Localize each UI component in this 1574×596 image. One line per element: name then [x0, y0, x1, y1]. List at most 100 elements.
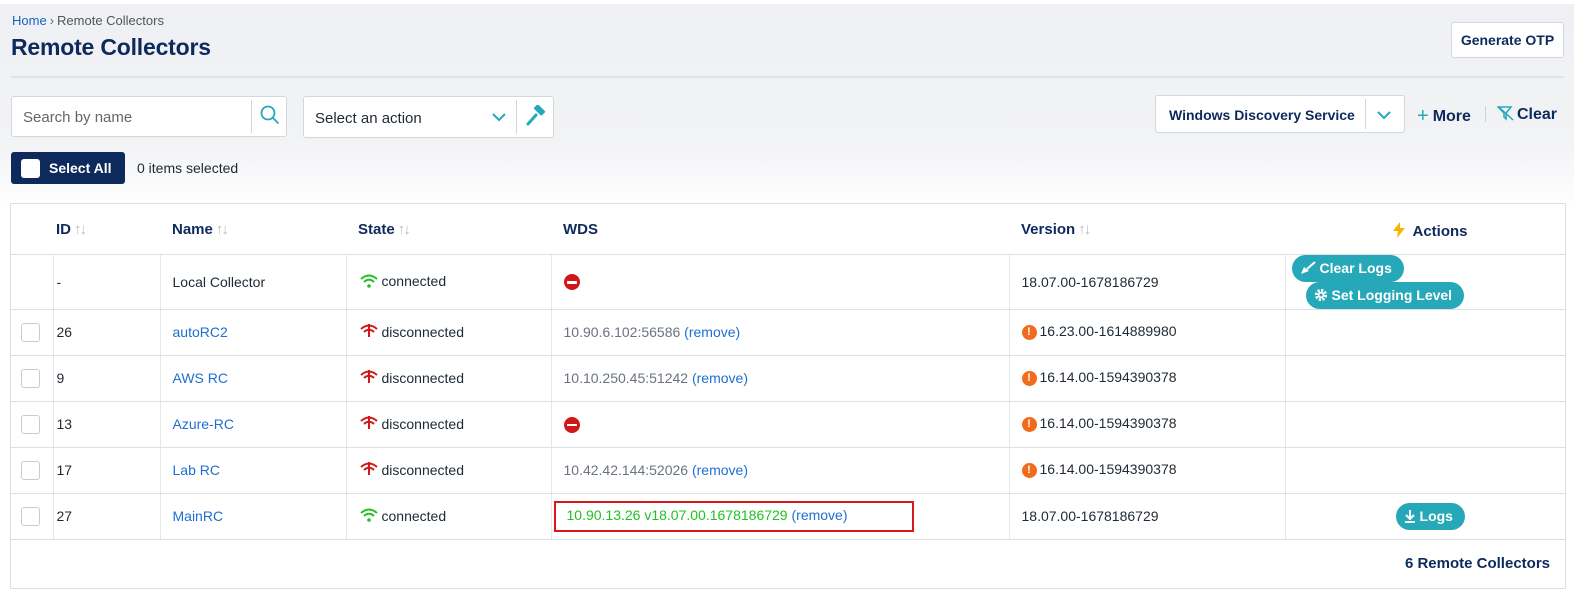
header-version-label: Version [1021, 221, 1076, 239]
cell-wds: 10.90.13.26 v18.07.00.1678186729 (remove… [551, 493, 1010, 540]
cell-version: ! 16.23.00-1614889980 [1009, 309, 1286, 356]
cell-id: - [53, 254, 161, 310]
collector-link[interactable]: Azure-RC [173, 416, 234, 432]
table-row: 17 Lab RC disconnected 10.42.42.144:5202… [11, 447, 1565, 494]
version-label: 16.23.00-1614889980 [1039, 323, 1177, 339]
wds-filter-divider [1365, 99, 1366, 129]
chevron-down-icon[interactable] [1375, 106, 1393, 124]
cell-name: MainRC [160, 493, 347, 540]
collector-link[interactable]: AWS RC [173, 370, 228, 386]
select-all-button[interactable]: Select All [11, 152, 125, 184]
wifi-disconnected-icon [359, 416, 378, 430]
search-icon[interactable] [259, 104, 281, 126]
chevron-down-icon[interactable] [490, 108, 508, 126]
cell-name: autoRC2 [160, 309, 347, 356]
row-checkbox[interactable] [21, 369, 40, 388]
cell-state: disconnected [346, 309, 552, 356]
table-header-row: ID ↑↓ Name ↑↓ State ↑↓ WDS Version ↑↓ Action… [11, 204, 1565, 255]
header-version[interactable]: Version ↑↓ [1009, 204, 1285, 255]
state-label: disconnected [381, 461, 465, 478]
cell-version: ! 16.14.00-1594390378 [1009, 447, 1286, 494]
wds-remove-link[interactable]: (remove) [692, 370, 748, 386]
state-label: connected [381, 507, 447, 524]
state-label: disconnected [381, 415, 465, 432]
cell-actions: Logs [1285, 493, 1565, 540]
lightning-icon [1393, 221, 1406, 238]
table-row: 13 Azure-RC disconnected ! 16.14.00-15943… [11, 401, 1565, 448]
clear-logs-label: Clear Logs [1319, 259, 1392, 276]
version-label: 16.14.00-1594390378 [1039, 461, 1177, 477]
breadcrumb-home-link[interactable]: Home [12, 13, 47, 28]
select-all-checkbox[interactable] [21, 159, 40, 178]
cell-actions [1285, 309, 1565, 356]
breadcrumb: Home › Remote Collectors [12, 13, 164, 28]
action-select-value: Select an action [315, 110, 422, 127]
highlight-box: 10.90.13.26 v18.07.00.1678186729 (remove… [553, 500, 914, 532]
header-name[interactable]: Name ↑↓ [160, 204, 346, 255]
header-checkbox-cell [11, 204, 53, 255]
sort-icon[interactable]: ↑↓ [398, 221, 411, 238]
sort-icon[interactable]: ↑↓ [216, 221, 229, 238]
wds-address: 10.90.13.26 v18.07.00.1678186729 [566, 506, 788, 523]
cell-version: ! 16.14.00-1594390378 [1009, 355, 1286, 402]
cell-id: 27 [53, 493, 161, 540]
wds-address: 10.42.42.144:52026 [563, 462, 689, 478]
action-divider [516, 100, 517, 134]
clear-logs-button[interactable]: Clear Logs [1291, 254, 1404, 282]
cell-version: ! 16.14.00-1594390378 [1009, 401, 1286, 448]
wds-remove-link[interactable]: (remove) [792, 507, 848, 523]
collector-link[interactable]: Lab RC [173, 462, 220, 478]
cell-wds: 10.90.6.102:56586 (remove) [551, 309, 1010, 356]
header-wds: WDS [551, 204, 1009, 255]
collector-link[interactable]: MainRC [173, 508, 224, 524]
breadcrumb-current: Remote Collectors [57, 13, 164, 28]
row-checkbox[interactable] [21, 461, 40, 480]
cell-id: 26 [53, 309, 161, 356]
wds-filter-select[interactable]: Windows Discovery Service [1155, 95, 1405, 133]
clear-filter-icon [1496, 106, 1514, 121]
cell-wds: 10.42.42.144:52026 (remove) [551, 447, 1010, 494]
state-label: disconnected [381, 323, 465, 340]
header-divider [11, 76, 1564, 78]
generate-otp-button[interactable]: Generate OTP [1451, 22, 1564, 58]
cell-state: disconnected [346, 401, 552, 448]
header-id-label: ID [56, 221, 71, 239]
warning-icon: ! [1021, 417, 1037, 432]
more-label: More [1432, 108, 1471, 125]
wifi-disconnected-icon [359, 462, 378, 476]
header-state[interactable]: State ↑↓ [346, 204, 551, 255]
state-label: connected [381, 273, 447, 290]
broom-icon [1300, 260, 1316, 274]
more-filters-button[interactable]: + More [1417, 104, 1471, 127]
items-selected-count: 0 items selected [137, 160, 239, 176]
page-title: Remote Collectors [11, 34, 211, 60]
set-logging-level-button[interactable]: Set Logging Level [1305, 281, 1465, 309]
cell-id: 9 [53, 355, 161, 402]
version-label: 16.14.00-1594390378 [1039, 369, 1177, 385]
warning-icon: ! [1021, 325, 1037, 340]
wds-remove-link[interactable]: (remove) [692, 462, 748, 478]
header-id[interactable]: ID ↑↓ [53, 204, 160, 255]
cell-version: 18.07.00-1678186729 [1009, 254, 1286, 310]
search-input[interactable]: Search by name [11, 96, 287, 137]
wds-remove-link[interactable]: (remove) [684, 324, 740, 340]
clear-filters-button[interactable]: Clear [1496, 104, 1557, 124]
row-checkbox[interactable] [21, 507, 40, 526]
collector-count: 6 Remote Collectors [1404, 555, 1550, 572]
logs-button[interactable]: Logs [1395, 502, 1465, 530]
sort-icon[interactable]: ↑↓ [1078, 221, 1091, 238]
collector-link[interactable]: autoRC2 [173, 324, 228, 340]
action-select[interactable]: Select an action [303, 96, 554, 138]
cell-wds [551, 254, 1010, 310]
wifi-connected-icon [359, 274, 378, 288]
hammer-icon[interactable] [525, 105, 547, 127]
header-name-label: Name [172, 221, 213, 239]
sort-icon[interactable]: ↑↓ [74, 221, 87, 238]
table-row: 9 AWS RC disconnected 10.10.250.45:51242… [11, 355, 1565, 402]
row-checkbox[interactable] [21, 323, 40, 342]
filter-separator [1485, 106, 1486, 122]
row-checkbox[interactable] [21, 415, 40, 434]
remote-collectors-table: ID ↑↓ Name ↑↓ State ↑↓ WDS Version ↑↓ Action… [10, 203, 1566, 589]
no-entry-icon [563, 416, 580, 433]
table-row: - Local Collector connected 18.07.00-167… [11, 254, 1565, 310]
